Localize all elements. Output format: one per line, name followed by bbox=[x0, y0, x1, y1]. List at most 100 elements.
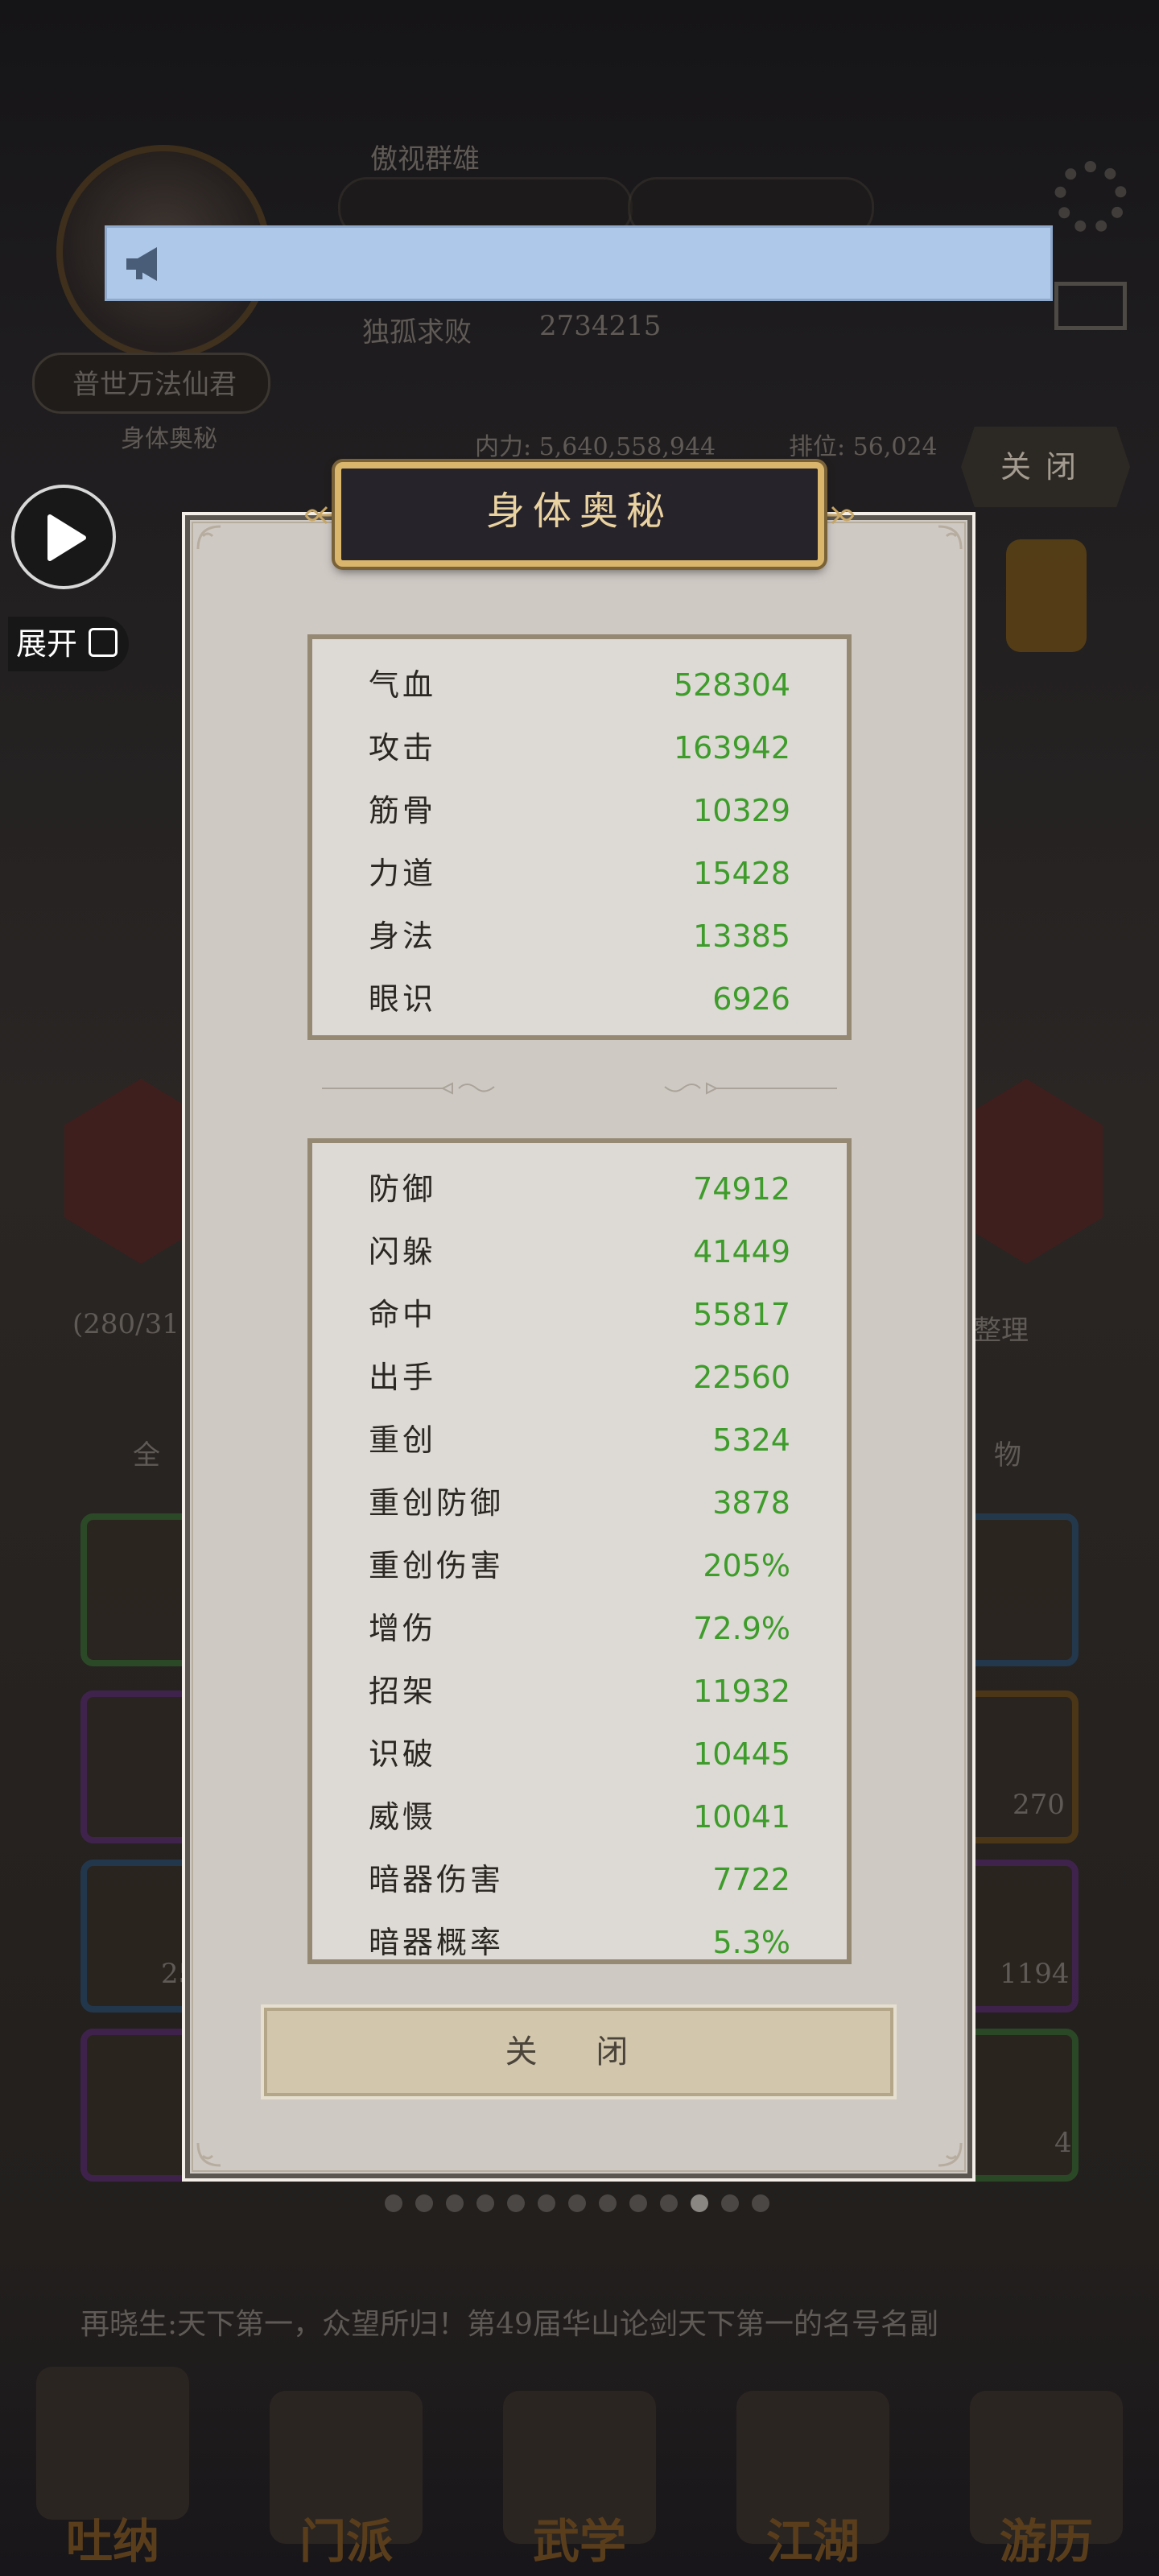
inventory-count: (280/31 bbox=[72, 1308, 179, 1340]
stat-value: 15428 bbox=[693, 856, 790, 891]
stat-value: 13385 bbox=[693, 919, 790, 954]
stat-row: 闪躲 41449 bbox=[312, 1220, 847, 1283]
stat-value: 74912 bbox=[693, 1171, 790, 1207]
stat-value: 10041 bbox=[693, 1799, 790, 1835]
stat-value: 5324 bbox=[712, 1422, 790, 1458]
secondary-stats-panel[interactable]: 防御 74912 闪躲 41449 命中 55817 出手 22560 重创 5324 重… bbox=[307, 1138, 852, 1964]
stat-row: 身法 13385 bbox=[312, 905, 847, 968]
stat-label: 暗器伤害 bbox=[369, 1862, 505, 1897]
stat-label: 力道 bbox=[369, 856, 437, 891]
stat-value: 528304 bbox=[673, 667, 790, 703]
stat-value: 5.3% bbox=[712, 1925, 790, 1960]
stat-label: 重创 bbox=[369, 1422, 437, 1458]
page-dot[interactable] bbox=[752, 2194, 769, 2212]
stat-row: 重创伤害 205% bbox=[312, 1534, 847, 1597]
bottom-tab-label: 门派 bbox=[299, 2514, 393, 2569]
lantern-icon[interactable] bbox=[1006, 539, 1087, 652]
slot-count: 1194 bbox=[1000, 1958, 1070, 1990]
stat-row: 暗器伤害 7722 bbox=[312, 1848, 847, 1911]
stat-row: 重创 5324 bbox=[312, 1409, 847, 1472]
bottom-tab-tuna[interactable] bbox=[36, 2367, 189, 2520]
expand-label: 展开 bbox=[16, 626, 78, 662]
stat-value: 22560 bbox=[693, 1360, 790, 1395]
section-divider bbox=[322, 1082, 837, 1095]
stat-row: 威慑 10041 bbox=[312, 1785, 847, 1848]
stat-row: 出手 22560 bbox=[312, 1346, 847, 1409]
page-dot[interactable] bbox=[476, 2194, 494, 2212]
stat-value: 10329 bbox=[693, 793, 790, 828]
expand-icon bbox=[89, 628, 118, 657]
megaphone-icon bbox=[126, 247, 157, 281]
page-dot[interactable] bbox=[446, 2194, 464, 2212]
stat-label: 识破 bbox=[369, 1736, 437, 1772]
stat-value: 205% bbox=[703, 1548, 790, 1583]
stat-row: 招架 11932 bbox=[312, 1660, 847, 1723]
stat-value: 72.9% bbox=[693, 1611, 790, 1646]
page-dot[interactable] bbox=[385, 2194, 402, 2212]
stat-row: 力道 15428 bbox=[312, 842, 847, 905]
news-ticker: 再晓生:天下第一，众望所归！第49届华山论剑天下第一的名号名副 bbox=[80, 2308, 938, 2341]
stat-row: 眼识 6926 bbox=[312, 968, 847, 1030]
page-dot[interactable] bbox=[629, 2194, 647, 2212]
stat-label: 命中 bbox=[369, 1297, 437, 1332]
stat-row: 重创防御 3878 bbox=[312, 1472, 847, 1534]
page-dot[interactable] bbox=[415, 2194, 433, 2212]
page-dot[interactable] bbox=[660, 2194, 678, 2212]
stat-label: 招架 bbox=[369, 1674, 437, 1709]
page-dot[interactable] bbox=[538, 2194, 555, 2212]
slot-count: 270 bbox=[1013, 1789, 1065, 1821]
stat-row: 防御 74912 bbox=[312, 1158, 847, 1220]
gear-icon[interactable] bbox=[1054, 161, 1127, 233]
video-play-button[interactable] bbox=[11, 485, 116, 589]
stat-label: 闪躲 bbox=[369, 1234, 437, 1269]
stat-label: 身法 bbox=[369, 919, 437, 954]
stat-label: 攻击 bbox=[369, 730, 437, 766]
filter-all-tab[interactable]: 全 bbox=[133, 1433, 160, 1472]
page-dot[interactable] bbox=[599, 2194, 617, 2212]
corner-ornament bbox=[196, 525, 221, 550]
stat-label: 增伤 bbox=[369, 1611, 437, 1646]
page-dot-active[interactable] bbox=[691, 2194, 708, 2212]
primary-stats-panel: 气血 528304 攻击 163942 筋骨 10329 力道 15428 身法 1338… bbox=[307, 634, 852, 1040]
stat-row: 暗器概率 5.3% bbox=[312, 1911, 847, 1960]
stat-row: 命中 55817 bbox=[312, 1283, 847, 1346]
bottom-tab-label: 江湖 bbox=[765, 2514, 860, 2569]
sub-badge-text: 身体奥秘 bbox=[121, 425, 217, 453]
sort-button[interactable]: 整理 bbox=[974, 1308, 1029, 1348]
stat-label: 防御 bbox=[369, 1171, 437, 1207]
play-icon bbox=[47, 514, 86, 561]
rank-score: 2734215 bbox=[539, 310, 662, 342]
stat-label: 重创防御 bbox=[369, 1485, 505, 1521]
rank-position-text: 排位: 56,024 bbox=[789, 433, 938, 461]
mail-icon[interactable] bbox=[1054, 282, 1127, 330]
stat-label: 暗器概率 bbox=[369, 1925, 505, 1960]
announcement-bar[interactable] bbox=[105, 225, 1053, 301]
bottom-tab-label: 游历 bbox=[999, 2514, 1093, 2569]
stat-label: 气血 bbox=[369, 667, 437, 703]
bottom-tab-label: 吐纳 bbox=[65, 2514, 159, 2569]
stat-value: 41449 bbox=[693, 1234, 790, 1269]
corner-ornament bbox=[938, 525, 963, 550]
modal-close-label[interactable]: 关 闭 bbox=[264, 2008, 893, 2096]
stat-label: 重创伤害 bbox=[369, 1548, 505, 1583]
page-dot[interactable] bbox=[507, 2194, 525, 2212]
slot-count: 4 bbox=[1054, 2127, 1072, 2159]
stat-value: 55817 bbox=[693, 1297, 790, 1332]
filter-item-tab[interactable]: 物 bbox=[994, 1433, 1021, 1472]
title-badge-text: 普世万法仙君 bbox=[72, 369, 237, 401]
stat-label: 筋骨 bbox=[369, 793, 437, 828]
stat-row: 增伤 72.9% bbox=[312, 1597, 847, 1660]
expand-button[interactable]: 展开 bbox=[8, 617, 129, 671]
corner-ornament bbox=[938, 2142, 963, 2167]
stat-value: 163942 bbox=[673, 730, 790, 766]
page-dot[interactable] bbox=[568, 2194, 586, 2212]
stat-value: 7722 bbox=[712, 1862, 790, 1897]
bottom-tab-label: 武学 bbox=[532, 2514, 626, 2569]
top-close-button[interactable]: 关闭 bbox=[961, 427, 1130, 507]
power-text: 内力: 5,640,558,944 bbox=[475, 433, 716, 461]
player-title: 傲视群雄 bbox=[370, 143, 480, 175]
stat-value: 10445 bbox=[693, 1736, 790, 1772]
stat-label: 威慑 bbox=[369, 1799, 437, 1835]
stat-row: 筋骨 10329 bbox=[312, 779, 847, 842]
page-dot[interactable] bbox=[721, 2194, 739, 2212]
